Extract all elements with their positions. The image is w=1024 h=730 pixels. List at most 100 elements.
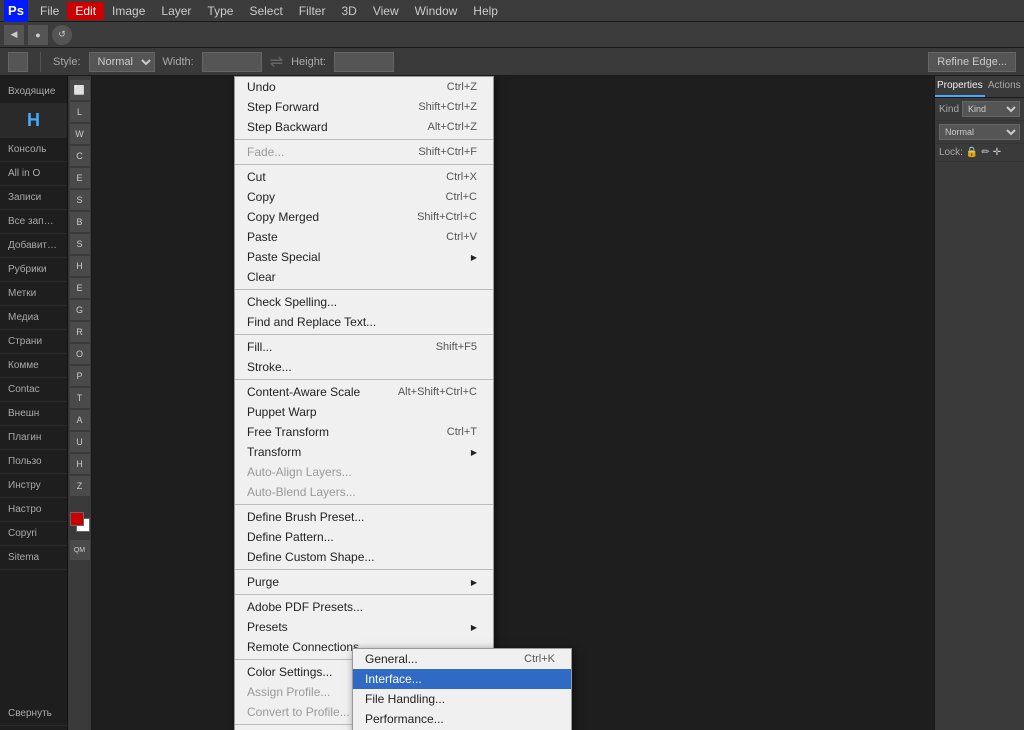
edit-purge[interactable]: Purge bbox=[235, 572, 493, 592]
width-input[interactable] bbox=[202, 52, 262, 72]
edit-presets[interactable]: Presets bbox=[235, 617, 493, 637]
wp-nav-users[interactable]: Пользо bbox=[0, 450, 67, 474]
edit-adobe-pdf-presets[interactable]: Adobe PDF Presets... bbox=[235, 597, 493, 617]
tool-eyedropper[interactable]: E bbox=[70, 168, 90, 188]
tool-spot-heal[interactable]: S bbox=[70, 190, 90, 210]
menu-type[interactable]: Type bbox=[199, 2, 241, 20]
pref-general[interactable]: General... Ctrl+K bbox=[353, 649, 571, 669]
fwd-btn[interactable]: ● bbox=[28, 25, 48, 45]
edit-free-transform[interactable]: Free Transform Ctrl+T bbox=[235, 422, 493, 442]
edit-fill[interactable]: Fill... Shift+F5 bbox=[235, 337, 493, 357]
wp-nav-pages[interactable]: Страни bbox=[0, 330, 67, 354]
pref-interface[interactable]: Interface... bbox=[353, 669, 571, 689]
tool-marquee-rect[interactable]: ⬜ bbox=[70, 80, 90, 100]
edit-undo[interactable]: Undo Ctrl+Z bbox=[235, 77, 493, 97]
edit-fade[interactable]: Fade... Shift+Ctrl+F bbox=[235, 142, 493, 162]
edit-auto-blend-layers[interactable]: Auto-Blend Layers... bbox=[235, 482, 493, 502]
edit-cut[interactable]: Cut Ctrl+X bbox=[235, 167, 493, 187]
edit-clear[interactable]: Clear bbox=[235, 267, 493, 287]
wp-nav-contacts[interactable]: Contac bbox=[0, 378, 67, 402]
wp-nav-marks[interactable]: Метки bbox=[0, 282, 67, 306]
wp-nav-tools[interactable]: Инстру bbox=[0, 474, 67, 498]
menu-file[interactable]: File bbox=[32, 2, 67, 20]
wp-nav-tags[interactable]: Рубрики bbox=[0, 258, 67, 282]
wp-nav-plugins[interactable]: Плагин bbox=[0, 426, 67, 450]
wp-nav-all-records[interactable]: Все записи bbox=[0, 210, 67, 234]
tool-brush[interactable]: B bbox=[70, 212, 90, 232]
wp-nav-external[interactable]: Внешн bbox=[0, 402, 67, 426]
menu-image[interactable]: Image bbox=[104, 2, 153, 20]
edit-copy[interactable]: Copy Ctrl+C bbox=[235, 187, 493, 207]
edit-paste-special[interactable]: Paste Special bbox=[235, 247, 493, 267]
kind-select[interactable]: Kind bbox=[962, 101, 1020, 117]
wp-nav-incoming[interactable]: Входящие bbox=[0, 80, 67, 104]
wp-nav-settings[interactable]: Настро bbox=[0, 498, 67, 522]
edit-find-replace[interactable]: Find and Replace Text... bbox=[235, 312, 493, 332]
wp-nav-add[interactable]: Добавить н bbox=[0, 234, 67, 258]
edit-define-custom-shape[interactable]: Define Custom Shape... bbox=[235, 547, 493, 567]
menu-help[interactable]: Help bbox=[465, 2, 506, 20]
tool-gradient[interactable]: G bbox=[70, 300, 90, 320]
edit-stroke[interactable]: Stroke... bbox=[235, 357, 493, 377]
height-input[interactable] bbox=[334, 52, 394, 72]
wp-nav-comments[interactable]: Комме bbox=[0, 354, 67, 378]
wp-nav-copyright[interactable]: Copyri bbox=[0, 522, 67, 546]
tool-clone[interactable]: S bbox=[70, 234, 90, 254]
menu-layer[interactable]: Layer bbox=[153, 2, 199, 20]
edit-check-spelling[interactable]: Check Spelling... bbox=[235, 292, 493, 312]
foreground-color-swatch[interactable] bbox=[70, 512, 84, 526]
wp-nav-records[interactable]: Записи bbox=[0, 186, 67, 210]
edit-transform[interactable]: Transform bbox=[235, 442, 493, 462]
wp-nav-console[interactable]: Консоль bbox=[0, 138, 67, 162]
marquee-tool-icon[interactable] bbox=[8, 52, 28, 72]
tool-pen[interactable]: P bbox=[70, 366, 90, 386]
edit-step-forward[interactable]: Step Forward Shift+Ctrl+Z bbox=[235, 97, 493, 117]
tool-blur[interactable]: R bbox=[70, 322, 90, 342]
tool-eraser[interactable]: E bbox=[70, 278, 90, 298]
edit-content-aware-scale[interactable]: Content-Aware Scale Alt+Shift+Ctrl+C bbox=[235, 382, 493, 402]
tool-dodge[interactable]: O bbox=[70, 344, 90, 364]
wp-nav-media[interactable]: Медиа bbox=[0, 306, 67, 330]
tool-crop[interactable]: C bbox=[70, 146, 90, 166]
tab-actions[interactable]: Actions bbox=[985, 76, 1024, 97]
edit-paste[interactable]: Paste Ctrl+V bbox=[235, 227, 493, 247]
lock-brush-icon[interactable]: ✏ bbox=[981, 147, 989, 158]
lock-move-icon[interactable]: ✛ bbox=[993, 147, 1001, 158]
wp-nav-collapse[interactable]: Свернуть bbox=[0, 702, 67, 726]
wp-nav-wp[interactable]: H bbox=[0, 104, 67, 138]
menu-3d[interactable]: 3D bbox=[333, 2, 364, 20]
preferences-submenu: General... Ctrl+K Interface... File Hand… bbox=[352, 648, 572, 730]
menu-view[interactable]: View bbox=[365, 2, 407, 20]
edit-define-pattern[interactable]: Define Pattern... bbox=[235, 527, 493, 547]
app-logo: Ps bbox=[4, 0, 28, 22]
refine-edge-button[interactable]: Refine Edge... bbox=[928, 52, 1016, 72]
edit-auto-align-layers[interactable]: Auto-Align Layers... bbox=[235, 462, 493, 482]
tool-path[interactable]: A bbox=[70, 410, 90, 430]
tool-zoom[interactable]: Z bbox=[70, 476, 90, 496]
edit-step-backward[interactable]: Step Backward Alt+Ctrl+Z bbox=[235, 117, 493, 137]
wp-nav-sitemap[interactable]: Sitema bbox=[0, 546, 67, 570]
pref-file-handling[interactable]: File Handling... bbox=[353, 689, 571, 709]
tool-type[interactable]: T bbox=[70, 388, 90, 408]
back-btn[interactable]: ◀ bbox=[4, 25, 24, 45]
wp-nav-allin[interactable]: All in O bbox=[0, 162, 67, 186]
edit-puppet-warp[interactable]: Puppet Warp bbox=[235, 402, 493, 422]
tab-properties[interactable]: Properties bbox=[935, 76, 985, 97]
pref-performance[interactable]: Performance... bbox=[353, 709, 571, 729]
edit-define-brush[interactable]: Define Brush Preset... bbox=[235, 507, 493, 527]
tool-shape[interactable]: U bbox=[70, 432, 90, 452]
lock-icon[interactable]: 🔒 bbox=[966, 147, 978, 158]
edit-copy-merged[interactable]: Copy Merged Shift+Ctrl+C bbox=[235, 207, 493, 227]
tool-wand[interactable]: W bbox=[70, 124, 90, 144]
menu-window[interactable]: Window bbox=[407, 2, 466, 20]
menu-select[interactable]: Select bbox=[241, 2, 290, 20]
quick-mask-btn[interactable]: QM bbox=[70, 540, 90, 560]
menu-edit[interactable]: Edit bbox=[67, 2, 104, 20]
tool-history-brush[interactable]: H bbox=[70, 256, 90, 276]
foreground-background-colors[interactable] bbox=[70, 512, 90, 532]
menu-filter[interactable]: Filter bbox=[291, 2, 334, 20]
normal-select[interactable]: Normal bbox=[939, 124, 1020, 140]
tool-hand[interactable]: H bbox=[70, 454, 90, 474]
style-select[interactable]: Normal bbox=[89, 52, 155, 72]
tool-lasso[interactable]: L bbox=[70, 102, 90, 122]
